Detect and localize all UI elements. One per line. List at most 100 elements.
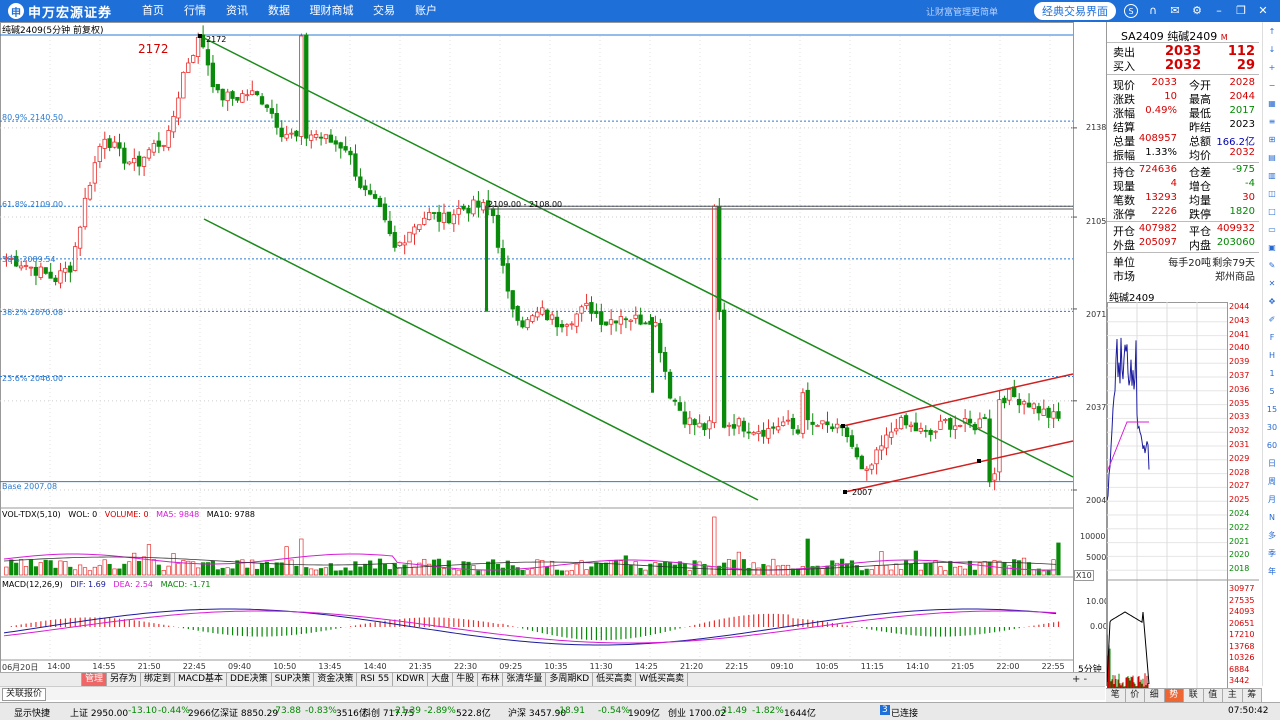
settings-icon[interactable]: ⚙ [1190, 4, 1204, 18]
indicator-tab[interactable]: 多周期KD [546, 673, 594, 686]
stat-row[interactable]: 持仓 724636 仓差 -975 [1113, 164, 1255, 179]
nav-home[interactable]: 首页 [132, 0, 174, 22]
buy-row[interactable]: 买入 2032 29 [1113, 58, 1255, 73]
layout-icon[interactable]: ▥ [1264, 168, 1280, 184]
stat-row[interactable]: 结算 昨结 2023 [1113, 119, 1255, 134]
stat-row[interactable]: 笔数 13293 均量 30 [1113, 192, 1255, 207]
d-icon[interactable]: 日 [1264, 456, 1280, 472]
indicator-tab[interactable]: W低买高卖 [636, 673, 689, 686]
1-icon[interactable]: 1 [1264, 366, 1280, 382]
nav-wealth-mall[interactable]: 理财商城 [300, 0, 363, 22]
panel-tab[interactable]: 细 [1145, 689, 1165, 702]
arrow-up-icon[interactable]: ↑ [1264, 24, 1280, 40]
stat-row[interactable]: 涨幅 0.49% 最低 2017 [1113, 105, 1255, 120]
volume-bar [397, 567, 402, 576]
edit-icon[interactable]: ✐ [1264, 312, 1280, 328]
arrow-down-icon[interactable]: ↓ [1264, 42, 1280, 58]
n-icon[interactable]: N [1264, 510, 1280, 526]
kline-chart-area[interactable]: 纯碱2409(5分钟 前复权) 2172 2172 2007 2109.00 -… [0, 22, 1109, 678]
window-icon[interactable]: □ [1264, 204, 1280, 220]
panel-tab[interactable]: 笔 [1106, 689, 1126, 702]
5-icon[interactable]: 5 [1264, 384, 1280, 400]
window2-icon[interactable]: ▣ [1264, 240, 1280, 256]
indicator-tab[interactable]: SUP决策 [272, 673, 315, 686]
pen-icon[interactable]: ✎ [1264, 258, 1280, 274]
zoom-out-icon[interactable]: − [1264, 78, 1280, 94]
list-icon[interactable]: ≡ [1264, 114, 1280, 130]
stat-row[interactable]: 涨停 2226 跌停 1820 [1113, 206, 1255, 221]
indicator-tab[interactable]: 绑定到 [141, 673, 176, 686]
candle-body [1041, 408, 1046, 416]
candle-body [73, 246, 78, 271]
indicator-tab[interactable]: 布林 [478, 673, 504, 686]
h-icon[interactable]: H [1264, 348, 1280, 364]
sync-icon[interactable]: S [1124, 4, 1138, 18]
status-item[interactable]: 显示快捷 [14, 706, 50, 719]
f-icon[interactable]: F [1264, 330, 1280, 346]
minimize-icon[interactable]: – [1212, 4, 1226, 18]
panel-tab[interactable]: 主 [1223, 689, 1243, 702]
indicator-tab[interactable]: 资金决策 [314, 673, 358, 686]
m-icon[interactable]: 月 [1264, 492, 1280, 508]
candle-body [603, 321, 609, 326]
nav-account[interactable]: 账户 [405, 0, 447, 22]
30-icon[interactable]: 30 [1264, 420, 1280, 436]
classic-trade-button[interactable]: 经典交易界面 [1034, 2, 1116, 20]
candle-body [28, 266, 34, 269]
zoom-buttons[interactable]: + - [1072, 674, 1087, 685]
ji-icon[interactable]: 季 [1264, 546, 1280, 562]
indicator-tab[interactable]: DDE决策 [227, 673, 272, 686]
panel-tab[interactable]: 值 [1204, 689, 1223, 702]
related-quotes-button[interactable]: 关联报价 [2, 688, 47, 701]
zoom-in-icon[interactable]: + [1264, 60, 1280, 76]
indicator-tab[interactable]: RSI 55 [357, 673, 394, 686]
stat-row[interactable]: 振幅 1.33% 均价 2032 [1113, 147, 1255, 162]
indicator-tab[interactable]: 大盘 [428, 673, 454, 686]
mail-icon[interactable]: ✉ [1168, 4, 1182, 18]
bars-icon[interactable]: ▭ [1264, 222, 1280, 238]
close-icon[interactable]: ✕ [1256, 4, 1270, 18]
grid-icon[interactable]: ▦ [1264, 96, 1280, 112]
move-icon[interactable]: ✥ [1264, 294, 1280, 310]
layers-icon[interactable]: ◫ [1264, 186, 1280, 202]
60-icon[interactable]: 60 [1264, 438, 1280, 454]
nav-data[interactable]: 数据 [258, 0, 300, 22]
indicator-tab[interactable]: 张清华量 [503, 673, 547, 686]
stat-row[interactable]: 涨跌 10 最高 2044 [1113, 91, 1255, 106]
stat-row[interactable]: 现量 4 增仓 -4 [1113, 178, 1255, 193]
vol-indicator-title[interactable]: VOL-TDX(5,10) WOL: 0 VOLUME: 0 MA5: 9848… [2, 510, 260, 519]
indicator-tab[interactable]: KDWR [393, 673, 429, 686]
panel-tab[interactable]: 势 [1164, 689, 1184, 702]
stat-row[interactable]: 开仓 407982 平仓 409932 [1113, 223, 1255, 238]
stat-row[interactable]: 外盘 205097 内盘 203060 [1113, 237, 1255, 252]
macd-indicator-title[interactable]: MACD(12,26,9) DIF: 1.69 DEA: 2.54 MACD: … [2, 580, 216, 589]
indicator-tab[interactable]: 牛股 [453, 673, 479, 686]
headset-icon[interactable]: ∩ [1146, 4, 1160, 18]
tile-icon[interactable]: ⊞ [1264, 132, 1280, 148]
candle-body [343, 146, 348, 151]
cross-icon[interactable]: ✕ [1264, 276, 1280, 292]
duo-icon[interactable]: 多 [1264, 528, 1280, 544]
nav-trade[interactable]: 交易 [363, 0, 405, 22]
nav-news[interactable]: 资讯 [216, 0, 258, 22]
sell-row[interactable]: 卖出 2033 112 [1113, 44, 1255, 59]
indicator-tab[interactable]: 管理 [82, 673, 108, 686]
indicator-tab[interactable]: MACD基本 [175, 673, 228, 686]
indicator-tab[interactable]: 另存为 [107, 673, 142, 686]
panel-tab[interactable]: 价 [1126, 689, 1145, 702]
volume-bar [884, 564, 889, 576]
w-icon[interactable]: 周 [1264, 474, 1280, 490]
panel-tab[interactable]: 筹 [1243, 689, 1262, 702]
nian-icon[interactable]: 年 [1264, 564, 1280, 580]
indicator-tab[interactable]: 低买高卖 [593, 673, 637, 686]
volume-bar [549, 560, 555, 576]
nav-quotes[interactable]: 行情 [174, 0, 216, 22]
stat-row[interactable]: 总量 408957 总额 166.2亿 [1113, 133, 1255, 148]
chart-icon[interactable]: ▤ [1264, 150, 1280, 166]
restore-icon[interactable]: ❐ [1234, 4, 1248, 18]
panel-tab[interactable]: 联 [1184, 689, 1204, 702]
stat-row[interactable]: 市场 郑州商品 [1113, 268, 1255, 283]
15-icon[interactable]: 15 [1264, 402, 1280, 418]
stat-row[interactable]: 单位 每手20吨 剩余79天 [1113, 254, 1255, 269]
stat-row[interactable]: 现价 2033 今开 2028 [1113, 77, 1255, 92]
